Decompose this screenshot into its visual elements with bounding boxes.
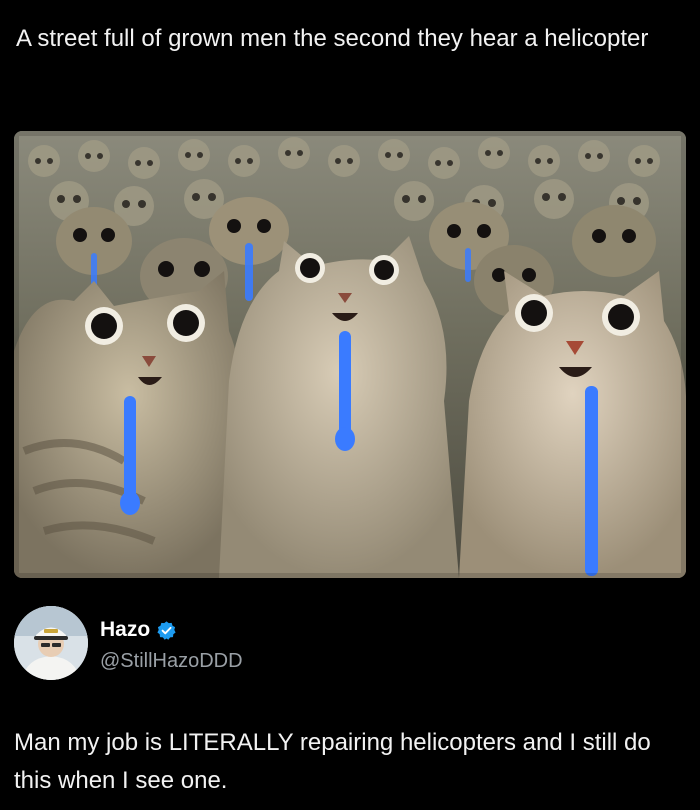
display-name[interactable]: Hazo [100, 618, 150, 642]
post-caption: A street full of grown men the second th… [16, 25, 649, 52]
verified-badge-icon [156, 620, 177, 641]
avatar[interactable] [14, 606, 88, 680]
display-name-row: Hazo [100, 618, 177, 642]
user-handle[interactable]: @StillHazoDDD [100, 650, 243, 673]
post-image[interactable] [14, 131, 686, 578]
cats-crowd-drooling-image [14, 131, 686, 578]
tweet-header: Hazo @StillHazoDDD [14, 606, 614, 684]
tweet-text: Man my job is LITERALLY repairing helico… [14, 729, 651, 794]
avatar-image [14, 606, 88, 680]
